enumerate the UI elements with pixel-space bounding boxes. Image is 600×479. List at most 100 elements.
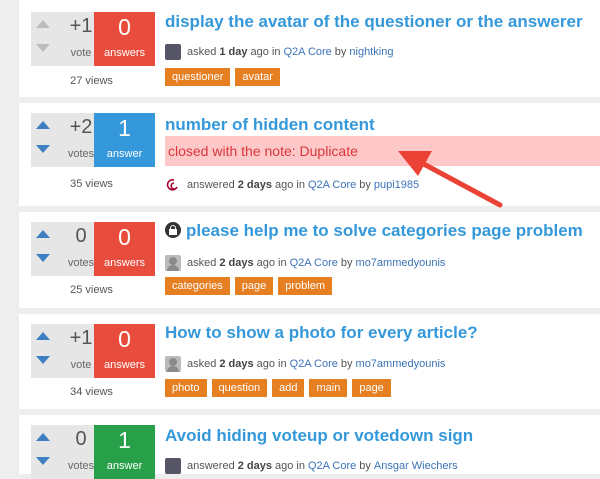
tag[interactable]: problem: [278, 277, 332, 295]
tag-list: photo question add main page: [165, 379, 396, 397]
meta-action: asked: [187, 257, 217, 269]
meta-in: in: [296, 460, 305, 472]
category-link[interactable]: Q2A Core: [308, 460, 356, 472]
question-meta: asked 2 days ago in Q2A Core by mo7ammed…: [165, 255, 448, 271]
vote-up-icon[interactable]: [36, 20, 50, 28]
meta-by: by: [340, 257, 353, 269]
meta-action: answered: [187, 460, 235, 472]
tag-list: categories page problem: [165, 277, 337, 295]
meta-by: by: [334, 46, 347, 58]
view-count: 25 views: [70, 284, 113, 296]
tag[interactable]: main: [309, 379, 348, 397]
question-item: 0 votes 1 answer Avoid hiding voteup or …: [19, 415, 600, 479]
answer-label: answer: [106, 460, 143, 472]
meta-by: by: [340, 358, 353, 370]
question-title-text: please help me to solve categories page …: [186, 221, 583, 240]
view-count: 27 views: [70, 75, 113, 87]
question-meta: asked 2 days ago in Q2A Core by mo7ammed…: [165, 356, 448, 372]
tag[interactable]: questioner: [165, 68, 231, 86]
user-link[interactable]: mo7ammedyounis: [356, 257, 446, 269]
category-link[interactable]: Q2A Core: [290, 257, 338, 269]
answer-count-box: 1 answer: [94, 425, 155, 479]
meta-when: 2 days: [219, 257, 254, 269]
question-title[interactable]: display the avatar of the questioner or …: [165, 12, 583, 32]
answer-count: 0: [118, 224, 131, 250]
answer-count: 1: [118, 115, 131, 141]
vote-down-icon[interactable]: [36, 44, 50, 52]
vote-up-icon[interactable]: [36, 433, 50, 441]
meta-action: answered: [187, 179, 235, 191]
answer-label: answers: [104, 47, 145, 59]
meta-when: 2 days: [219, 358, 254, 370]
tag[interactable]: avatar: [235, 68, 280, 86]
question-meta: asked 1 day ago in Q2A Core by nightking: [165, 44, 396, 60]
question-item: +2 votes 1 answer 35 views number of hid…: [19, 103, 600, 206]
meta-in: in: [278, 257, 287, 269]
meta-by: by: [359, 179, 371, 191]
avatar[interactable]: [165, 44, 181, 60]
user-link[interactable]: nightking: [349, 46, 393, 58]
meta-ago: ago: [250, 46, 269, 58]
user-link[interactable]: Ansgar Wiechers: [374, 460, 458, 472]
vote-up-icon[interactable]: [36, 332, 50, 340]
question-meta: answered 2 days ago in Q2A Core by Ansga…: [165, 458, 461, 474]
answer-count: 0: [118, 14, 131, 40]
vote-down-icon[interactable]: [36, 457, 50, 465]
meta-in: in: [271, 46, 281, 58]
question-title[interactable]: number of hidden content: [165, 115, 375, 135]
answer-count-box: 0 answers: [94, 12, 155, 66]
user-link[interactable]: pupi1985: [374, 179, 419, 191]
lock-icon: [165, 222, 181, 238]
question-title[interactable]: please help me to solve categories page …: [165, 221, 583, 241]
meta-action: asked: [187, 358, 217, 370]
tag[interactable]: page: [234, 277, 274, 295]
meta-in: in: [278, 358, 287, 370]
question-item: +1 vote 0 answers 27 views display the a…: [19, 0, 600, 97]
question-title[interactable]: How to show a photo for every article?: [165, 323, 478, 343]
question-item: +1 vote 0 answers 34 views How to show a…: [19, 314, 600, 409]
vote-down-icon[interactable]: [36, 145, 50, 153]
answer-count: 1: [118, 427, 131, 453]
avatar[interactable]: [165, 356, 181, 372]
debian-logo-icon: [166, 178, 178, 191]
tag[interactable]: question: [211, 379, 268, 397]
tag[interactable]: categories: [165, 277, 230, 295]
category-link[interactable]: Q2A Core: [308, 179, 356, 191]
answer-count-box: 1 answer: [94, 113, 155, 167]
question-title[interactable]: Avoid hiding voteup or votedown sign: [165, 426, 473, 446]
answer-label: answer: [106, 148, 143, 160]
closed-note: closed with the note: Duplicate: [165, 136, 600, 166]
tag[interactable]: page: [352, 379, 391, 397]
tag-list: questioner avatar: [165, 68, 285, 86]
meta-action: asked: [187, 46, 217, 58]
category-link[interactable]: Q2A Core: [290, 358, 338, 370]
meta-ago: ago: [274, 460, 294, 472]
avatar[interactable]: [165, 255, 181, 271]
meta-ago: ago: [274, 179, 294, 191]
vote-up-icon[interactable]: [36, 121, 50, 129]
view-count: 35 views: [70, 178, 113, 190]
meta-when: 2 days: [237, 460, 272, 472]
tag[interactable]: add: [272, 379, 305, 397]
answer-count-box: 0 answers: [94, 324, 155, 378]
avatar[interactable]: [165, 458, 181, 474]
meta-by: by: [359, 460, 371, 472]
meta-ago: ago: [256, 358, 275, 370]
vote-down-icon[interactable]: [36, 356, 50, 364]
answer-label: answers: [104, 359, 145, 371]
category-link[interactable]: Q2A Core: [283, 46, 331, 58]
user-link[interactable]: mo7ammedyounis: [356, 358, 446, 370]
avatar[interactable]: [165, 177, 181, 193]
question-item: 0 votes 0 answers 25 views please help m…: [19, 212, 600, 308]
meta-when: 2 days: [237, 179, 272, 191]
vote-up-icon[interactable]: [36, 230, 50, 238]
answer-count-box: 0 answers: [94, 222, 155, 276]
tag[interactable]: photo: [165, 379, 207, 397]
meta-when: 1 day: [219, 46, 248, 58]
question-meta: answered 2 days ago in Q2A Core by pupi1…: [165, 177, 422, 193]
answer-label: answers: [104, 257, 145, 269]
vote-down-icon[interactable]: [36, 254, 50, 262]
meta-in: in: [296, 179, 305, 191]
view-count: 34 views: [70, 386, 113, 398]
meta-ago: ago: [256, 257, 275, 269]
